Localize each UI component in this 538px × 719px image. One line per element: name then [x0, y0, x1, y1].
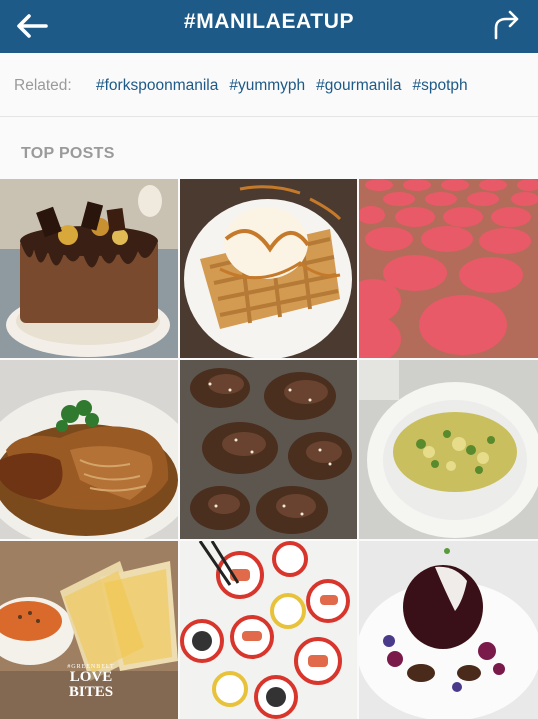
related-tag-gourmanila[interactable]: #gourmanila: [316, 77, 401, 94]
post-thumbnail-chicken-wings[interactable]: [180, 360, 357, 539]
watermark-overlay: #GREENBELT LOVE BITES: [58, 664, 124, 700]
chocolate-cake-photo: [0, 179, 178, 358]
chicken-wings-photo: [180, 360, 357, 539]
post-thumbnail-chocolate-dome[interactable]: [359, 541, 538, 719]
watermark-line-2: LOVE: [69, 669, 113, 685]
omelette-photo: [359, 360, 538, 539]
share-button[interactable]: [490, 8, 522, 42]
top-navigation-bar: #MANILAEATUP: [0, 0, 538, 53]
page-title: #MANILAEATUP: [183, 10, 355, 33]
waffle-photo: [180, 179, 357, 358]
related-tag-spotph[interactable]: #spotph: [412, 77, 467, 94]
related-tag-yummyph[interactable]: #yummyph: [229, 77, 305, 94]
related-tag-forkspoonmanila[interactable]: #forkspoonmanila: [96, 77, 218, 94]
post-thumbnail-sushi[interactable]: [180, 541, 357, 719]
sushi-photo: [180, 541, 357, 719]
related-hashtags-bar: Related: #forkspoonmanila #yummyph #gourma…: [0, 53, 538, 117]
macarons-photo: [359, 179, 538, 358]
chocolate-dome-photo: [359, 541, 538, 719]
related-tag-list: #forkspoonmanila #yummyph #gourmanila #spot…: [96, 77, 479, 95]
share-arrow-icon: [494, 10, 519, 40]
post-thumbnail-grilled-cheese[interactable]: #GREENBELT LOVE BITES: [0, 541, 178, 719]
post-thumbnail-macarons[interactable]: [359, 179, 538, 358]
top-posts-heading: TOP POSTS: [21, 145, 115, 162]
watermark-line-3: BITES: [68, 684, 114, 700]
post-thumbnail-omelette[interactable]: [359, 360, 538, 539]
post-thumbnail-braised-pork[interactable]: [0, 360, 178, 539]
post-thumbnail-chocolate-cake[interactable]: [0, 179, 178, 358]
post-thumbnail-waffle[interactable]: [180, 179, 357, 358]
top-posts-grid: #GREENBELT LOVE BITES: [0, 179, 538, 719]
related-label: Related:: [14, 77, 72, 94]
braised-pork-photo: [0, 360, 178, 539]
